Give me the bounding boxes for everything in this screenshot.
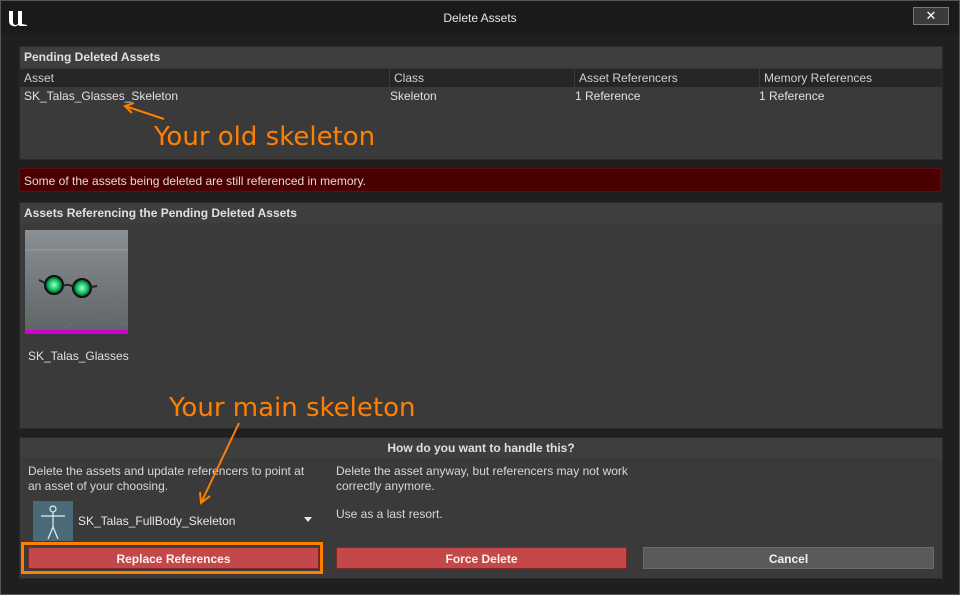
force-delete-button[interactable]: Force Delete [336, 547, 627, 569]
pending-table-header: Asset Class Asset Referencers Memory Ref… [20, 69, 942, 87]
memory-reference-warning: Some of the assets being deleted are sti… [19, 168, 941, 192]
glasses-preview-icon [25, 230, 128, 334]
replace-description: Delete the assets and update referencers… [28, 464, 305, 493]
close-button[interactable]: ✕ [913, 7, 949, 25]
column-header-class[interactable]: Class [389, 69, 574, 87]
memory-references-cell: 1 Reference [759, 89, 825, 103]
asset-thumbnail[interactable] [25, 230, 128, 334]
title-bar[interactable]: Delete Assets ✕ [1, 1, 959, 33]
asset-thumbnail-label: SK_Talas_Glasses [28, 349, 129, 363]
annotation-old-skeleton: Your old skeleton [154, 122, 376, 152]
replace-references-button[interactable]: Replace References [28, 547, 319, 569]
delete-assets-dialog: Delete Assets ✕ Pending Deleted Assets A… [0, 0, 960, 595]
referencing-assets-header: Assets Referencing the Pending Deleted A… [20, 203, 942, 223]
column-header-asset[interactable]: Asset [20, 69, 389, 87]
chevron-down-icon[interactable] [304, 517, 312, 522]
replacement-asset-picker[interactable]: SK_Talas_FullBody_Skeleton [31, 501, 321, 541]
asset-class-cell: Skeleton [390, 89, 437, 103]
cancel-button[interactable]: Cancel [643, 547, 934, 569]
force-delete-description: Delete the asset anyway, but referencers… [336, 464, 628, 493]
asset-referencers-cell: 1 Reference [575, 89, 641, 103]
annotation-arrow-old [123, 102, 165, 120]
referencing-assets-panel: Assets Referencing the Pending Deleted A… [19, 202, 943, 429]
skeleton-thumbnail-icon [33, 501, 73, 541]
selected-asset-label: SK_Talas_FullBody_Skeleton [78, 514, 236, 528]
annotation-arrow-main [199, 422, 240, 505]
force-delete-note: Use as a last resort. [336, 507, 443, 521]
pending-deleted-assets-header: Pending Deleted Assets [20, 47, 942, 67]
window-title: Delete Assets [443, 11, 517, 25]
asset-type-color-bar [25, 330, 128, 334]
column-header-memory-references[interactable]: Memory References [759, 69, 942, 87]
column-header-asset-referencers[interactable]: Asset Referencers [574, 69, 759, 87]
handle-options-header: How do you want to handle this? [20, 438, 942, 458]
